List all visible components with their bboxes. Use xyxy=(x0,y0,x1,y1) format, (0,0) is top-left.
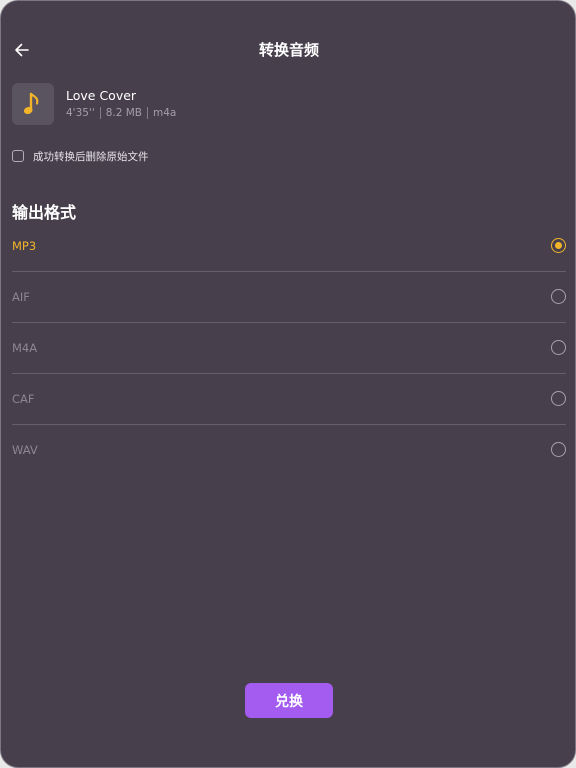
delete-original-label: 成功转换后删除原始文件 xyxy=(33,150,149,163)
format-option-caf[interactable]: CAF xyxy=(12,374,566,425)
format-label: MP3 xyxy=(12,239,37,253)
convert-audio-screen: 转换音频 Love Cover 4'35'' 8.2 MB m4a 成功转换后删… xyxy=(0,0,576,768)
format-label: AIF xyxy=(12,290,30,304)
radio-selected-icon[interactable] xyxy=(551,238,566,253)
format-option-mp3[interactable]: MP3 xyxy=(12,221,566,272)
format-label: WAV xyxy=(12,443,38,457)
format-option-aif[interactable]: AIF xyxy=(12,272,566,323)
file-info: Love Cover 4'35'' 8.2 MB m4a xyxy=(12,83,432,127)
radio-unselected-icon[interactable] xyxy=(551,340,566,355)
file-thumbnail xyxy=(12,83,54,125)
page-title: 转换音频 xyxy=(258,41,319,59)
radio-unselected-icon[interactable] xyxy=(551,391,566,406)
file-name: Love Cover xyxy=(66,88,137,103)
format-option-wav[interactable]: WAV xyxy=(12,425,566,475)
meta-divider xyxy=(99,107,101,119)
radio-unselected-icon[interactable] xyxy=(551,289,566,304)
meta-divider xyxy=(147,107,149,119)
format-label: CAF xyxy=(12,392,35,406)
file-format: m4a xyxy=(153,107,177,119)
file-size: 8.2 MB xyxy=(105,107,143,119)
convert-button[interactable]: 兑换 xyxy=(245,683,333,718)
format-label: M4A xyxy=(12,341,38,355)
delete-original-checkbox[interactable] xyxy=(12,150,24,162)
output-format-title: 输出格式 xyxy=(12,203,77,222)
radio-unselected-icon[interactable] xyxy=(551,442,566,457)
format-list: MP3 AIF M4A CAF WAV xyxy=(12,221,566,475)
music-note-icon xyxy=(23,92,39,115)
format-option-m4a[interactable]: M4A xyxy=(12,323,566,374)
file-meta: 4'35'' 8.2 MB m4a xyxy=(66,107,176,119)
file-duration: 4'35'' xyxy=(66,107,95,119)
delete-original-option[interactable]: 成功转换后删除原始文件 xyxy=(12,148,149,164)
